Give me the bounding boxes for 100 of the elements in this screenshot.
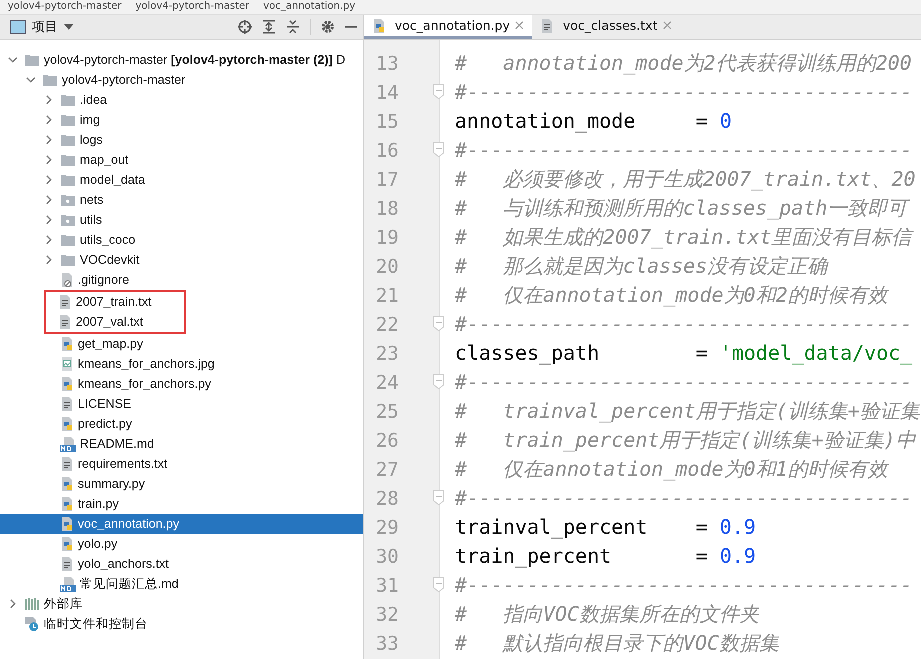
breadcrumb-item[interactable]: yolov4-pytorch-master — [8, 0, 122, 14]
tree-item-label[interactable]: predict.py — [78, 417, 132, 431]
chevron-right-icon[interactable] — [8, 599, 18, 609]
tree-item-label[interactable]: yolov4-pytorch-master — [62, 73, 186, 87]
close-icon[interactable] — [662, 21, 672, 30]
text-file-icon — [540, 18, 554, 34]
operator: = — [696, 544, 708, 568]
tree-item-label[interactable]: README.md — [80, 437, 154, 451]
line-number: 26 — [376, 430, 399, 452]
folder-icon — [42, 73, 58, 87]
chevron-right-icon[interactable] — [44, 115, 54, 125]
chevron-right-icon[interactable] — [44, 175, 54, 185]
tree-item-label[interactable]: 2007_train.txt — [76, 295, 152, 309]
expand-all-icon[interactable] — [262, 20, 276, 34]
tree-item-label[interactable]: get_map.py — [78, 337, 144, 351]
tree-item-label[interactable]: model_data — [80, 173, 146, 187]
variable-name: train_percent — [455, 544, 612, 568]
tree-item-label[interactable]: 外部库 — [44, 596, 83, 612]
tree-item-label[interactable]: yolov4-pytorch-master [yolov4-pytorch-master (2)] D — [44, 53, 346, 67]
chevron-right-icon[interactable] — [44, 155, 54, 165]
fold-marker-icon[interactable] — [433, 577, 445, 593]
tree-item-label[interactable]: requirements.txt — [78, 457, 168, 471]
line-number: 25 — [376, 400, 399, 422]
line-number: 29 — [376, 516, 399, 538]
chevron-right-icon[interactable] — [44, 235, 54, 245]
markdown-file-icon — [60, 436, 76, 452]
dropdown-caret-icon[interactable] — [64, 24, 74, 30]
tree-item-label[interactable]: yolo_anchors.txt — [78, 557, 170, 571]
code-comment: #------------------------------------- — [455, 137, 914, 164]
chevron-right-icon[interactable] — [44, 95, 54, 105]
code-comment: # 仅在annotation_mode为0和2的时候有效 — [455, 282, 890, 309]
tree-item-label[interactable]: yolo.py — [78, 537, 118, 551]
fold-marker-icon[interactable] — [433, 84, 445, 100]
python-file-icon — [60, 536, 74, 552]
python-file-icon — [60, 336, 74, 352]
tree-item-label[interactable]: VOCdevkit — [80, 253, 140, 267]
chevron-right-icon[interactable] — [44, 195, 54, 205]
tree-item-label[interactable]: kmeans_for_anchors.py — [78, 377, 212, 391]
package-folder-icon — [60, 193, 76, 207]
fold-marker-icon[interactable] — [433, 490, 445, 506]
tree-item-label[interactable]: .gitignore — [78, 273, 130, 287]
line-number: 21 — [376, 284, 399, 306]
tree-item-label[interactable]: img — [80, 113, 100, 127]
code-comment: # trainval_percent用于指定(训练集+验证集 — [455, 398, 921, 425]
line-number: 20 — [376, 256, 399, 278]
panel-title[interactable]: 项目 — [32, 18, 58, 36]
fold-marker-icon[interactable] — [433, 316, 445, 332]
code-comment: # train_percent用于指定(训练集+验证集)中 — [455, 427, 918, 454]
collapse-all-icon[interactable] — [286, 20, 300, 34]
folder-icon — [60, 173, 76, 187]
tree-item-label[interactable]: utils_coco — [80, 233, 136, 247]
text-file-icon — [60, 456, 74, 472]
code-comment: # 那么就是因为classes没有设定正确 — [455, 253, 830, 280]
close-icon[interactable] — [515, 21, 524, 30]
chevron-down-icon[interactable] — [26, 75, 36, 85]
line-number: 30 — [376, 546, 399, 568]
settings-icon[interactable] — [321, 20, 335, 34]
chevron-right-icon[interactable] — [44, 135, 54, 145]
line-number: 28 — [376, 488, 399, 510]
code-comment: # 仅在annotation_mode为0和1的时候有效 — [455, 456, 890, 483]
folder-icon — [60, 93, 76, 107]
tree-item-label[interactable]: nets — [80, 193, 104, 207]
fold-marker-icon[interactable] — [433, 142, 445, 158]
chevron-right-icon[interactable] — [44, 255, 54, 265]
tree-item-label[interactable]: LICENSE — [78, 397, 132, 411]
chevron-down-icon[interactable] — [8, 55, 18, 65]
editor-tab[interactable]: voc_classes.txt — [532, 15, 680, 39]
code-value: 0.9 — [720, 544, 756, 568]
breadcrumb-item[interactable]: voc_annotation.py — [263, 0, 356, 14]
tree-item-label[interactable]: 2007_val.txt — [76, 315, 144, 329]
fold-marker-icon[interactable] — [433, 374, 445, 390]
tree-item-label[interactable]: map_out — [80, 153, 129, 167]
breadcrumb-item[interactable]: yolov4-pytorch-master — [136, 0, 250, 14]
tree-item-label[interactable]: utils — [80, 213, 102, 227]
folder-icon — [60, 253, 76, 267]
tree-item-label[interactable]: train.py — [78, 497, 119, 511]
tree-item-label[interactable]: .idea — [80, 93, 108, 107]
tree-item-label[interactable]: kmeans_for_anchors.jpg — [78, 357, 215, 371]
code-comment: #------------------------------------- — [455, 572, 914, 599]
folder-icon — [60, 153, 76, 167]
tree-item-label[interactable]: logs — [80, 133, 103, 147]
editor-tab[interactable]: voc_annotation.py — [364, 15, 532, 39]
text-file-icon — [60, 396, 74, 412]
variable-name: annotation_mode — [455, 109, 636, 133]
tree-item-label[interactable]: 常见问题汇总.md — [80, 576, 179, 592]
line-number: 22 — [376, 314, 399, 336]
code-comment: # 与训练和预测所用的classes_path一致即可 — [455, 194, 921, 223]
tree-item-label[interactable]: 临时文件和控制台 — [44, 616, 148, 632]
chevron-right-icon[interactable] — [44, 215, 54, 225]
python-file-icon — [60, 516, 74, 532]
tree-item-label[interactable]: summary.py — [78, 477, 146, 491]
folder-icon — [24, 53, 40, 67]
line-number: 33 — [376, 632, 399, 654]
locate-icon[interactable] — [238, 20, 252, 34]
line-number: 13 — [376, 52, 399, 74]
code-comment: #------------------------------------- — [455, 369, 914, 396]
python-file-icon — [372, 18, 386, 34]
tree-item-label[interactable]: voc_annotation.py — [78, 517, 180, 531]
line-number: 18 — [376, 198, 399, 220]
operator: = — [696, 109, 708, 133]
